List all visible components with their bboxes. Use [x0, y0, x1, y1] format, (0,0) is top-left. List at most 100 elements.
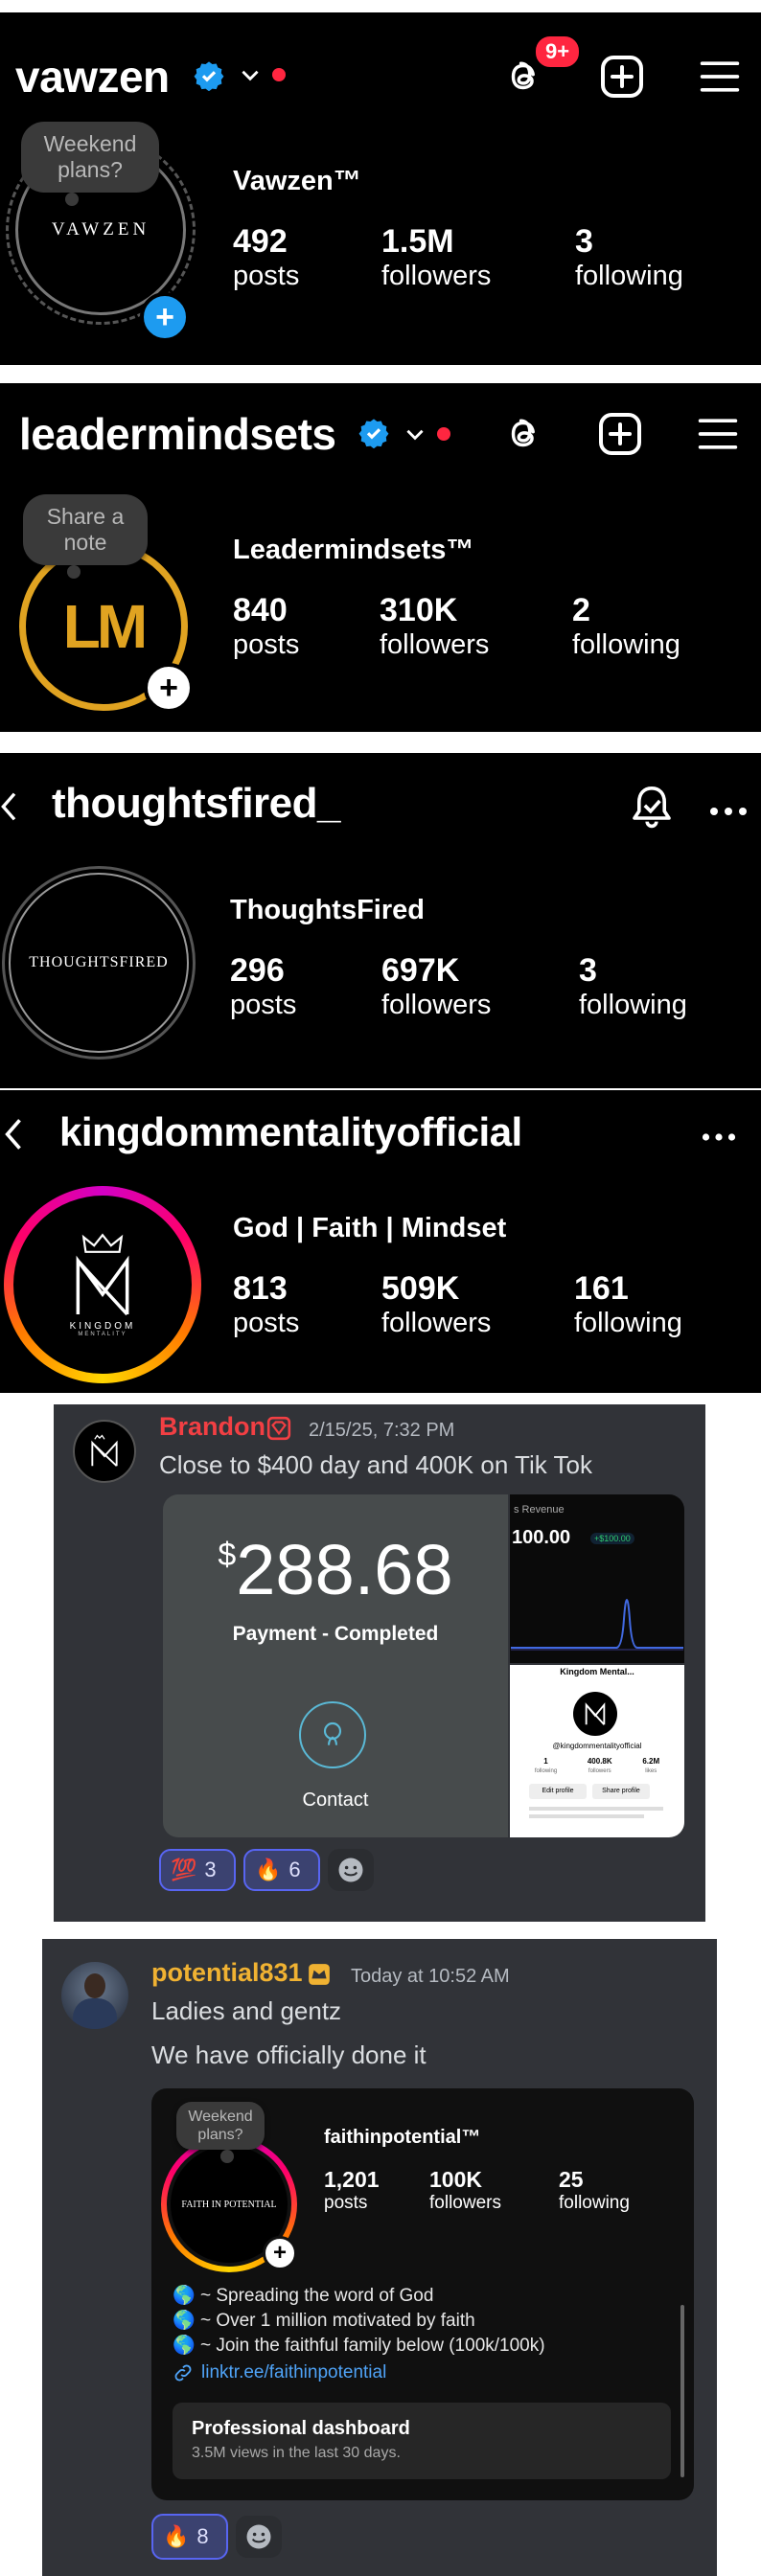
note-bubble[interactable]: Share a note — [23, 494, 148, 579]
payment-status: Payment - Completed — [232, 1623, 439, 1645]
menu-icon[interactable] — [698, 55, 742, 99]
stat-posts[interactable]: 813 posts — [233, 1270, 299, 1339]
profile-handle[interactable]: vawzen — [15, 51, 170, 103]
stat-following[interactable]: 3 following — [579, 952, 687, 1021]
avatar-body — [73, 1998, 117, 2029]
user-avatar[interactable] — [61, 1962, 128, 2029]
mini-profile-avatar — [573, 1692, 617, 1736]
stat-following[interactable]: 2 following — [572, 592, 680, 661]
chat-message-brandon: Brandon 2/15/25, 7:32 PM Close to $400 d… — [54, 1404, 705, 1922]
menu-icon[interactable] — [696, 412, 740, 456]
revenue-screenshot[interactable]: s Revenue 100.00 +$100.00 — [510, 1494, 684, 1663]
new-indicator-dot — [437, 427, 450, 441]
stat-posts[interactable]: 840 posts — [233, 592, 299, 661]
reaction-fire[interactable]: 🔥 6 — [243, 1849, 320, 1891]
back-arrow-icon[interactable] — [0, 787, 19, 826]
username[interactable]: Brandon — [159, 1412, 265, 1442]
chat-message-potential831: potential831 Today at 10:52 AM Ladies an… — [42, 1939, 717, 2576]
stat-following[interactable]: 161 following — [574, 1270, 682, 1339]
embed-stat-posts: 1,201 posts — [324, 2167, 380, 2213]
stat-followers[interactable]: 1.5M followers — [381, 223, 491, 292]
avatar-head — [84, 1973, 105, 1998]
embed-display-name: faithinpotential™ — [324, 2127, 481, 2148]
revenue-value: 100.00 — [512, 1527, 571, 1548]
embed-bio-line: 🌎 ~ Join the faithful family below (100k… — [173, 2336, 545, 2356]
profile-panel-kingdommentality: kingdommentalityofficial KINGDOM MENTALI… — [0, 1090, 761, 1393]
globe-icon: 🌎 — [173, 2336, 196, 2356]
add-reaction-button[interactable] — [328, 1849, 374, 1891]
profile-panel-thoughtsfired: thoughtsfired_ THOUGHTSFIRED ThoughtsFir… — [0, 753, 761, 1088]
avatar-logo-text: VAWZEN — [51, 219, 150, 239]
threads-icon[interactable] — [502, 412, 546, 456]
link-icon — [174, 2364, 192, 2382]
embed-note-bubble: Weekend plans? — [176, 2102, 265, 2163]
stat-followers[interactable]: 509K followers — [381, 1270, 491, 1339]
message-text: Ladies and gentz — [151, 1996, 342, 2025]
create-post-icon[interactable] — [596, 410, 644, 458]
create-post-icon[interactable] — [598, 53, 646, 101]
add-story-button[interactable]: + — [144, 663, 194, 713]
profile-avatar[interactable]: THOUGHTSFIRED — [2, 866, 196, 1060]
stat-posts[interactable]: 492 posts — [233, 223, 299, 292]
stat-following[interactable]: 3 following — [575, 223, 683, 292]
revenue-label: s Revenue — [514, 1504, 565, 1516]
username[interactable]: potential831 — [151, 1958, 303, 1988]
profile-handle[interactable]: leadermindsets — [19, 408, 336, 460]
add-reaction-button[interactable] — [236, 2516, 282, 2558]
profile-screenshot-embed[interactable]: FAITH IN POTENTIAL Weekend plans? + fait… — [151, 2088, 694, 2500]
display-name: Leadermindsets™ — [233, 535, 474, 565]
embed-stat-followers: 100K followers — [429, 2167, 501, 2213]
embed-professional-dashboard: Professional dashboard 3.5M views in the… — [173, 2403, 671, 2479]
avatar-logo-text: LM — [62, 592, 148, 661]
mini-profile-name: Kingdom Mental... — [560, 1667, 634, 1676]
stat-followers[interactable]: 310K followers — [380, 592, 489, 661]
message-timestamp: Today at 10:52 AM — [351, 1966, 510, 1987]
contact-button[interactable] — [299, 1701, 366, 1768]
role-badge-icon — [309, 1964, 330, 1985]
profile-panel-vawzen: vawzen 9+ VAWZEN Weekend plans? + Vawzen… — [0, 12, 761, 365]
profile-panel-leadermindsets: leadermindsets LM Share a note + Leaderm… — [0, 383, 761, 732]
reaction-hundred[interactable]: 💯 3 — [159, 1849, 236, 1891]
contact-icon — [323, 1721, 342, 1745]
display-name: God | Faith | Mindset — [233, 1213, 507, 1243]
mini-profile-bio — [529, 1807, 663, 1811]
stat-posts[interactable]: 296 posts — [230, 952, 296, 1021]
contact-label: Contact — [302, 1790, 369, 1811]
back-arrow-icon[interactable] — [4, 1115, 25, 1153]
profile-avatar[interactable]: KINGDOM MENTALITY — [13, 1196, 192, 1374]
globe-icon: 🌎 — [173, 2311, 196, 2331]
dashboard-title: Professional dashboard — [192, 2418, 410, 2439]
revenue-line-graph — [511, 1599, 683, 1651]
embed-scrollbar[interactable] — [680, 2305, 684, 2477]
message-timestamp: 2/15/25, 7:32 PM — [309, 1420, 455, 1441]
new-indicator-dot — [272, 68, 286, 81]
notification-bell-icon[interactable] — [629, 784, 675, 830]
chevron-down-icon[interactable] — [238, 62, 263, 87]
role-badge-icon — [266, 1416, 291, 1441]
embed-bio-line: 🌎 ~ Spreading the word of God — [173, 2286, 434, 2306]
reaction-fire[interactable]: 🔥 8 — [151, 2514, 228, 2560]
avatar-logo-text: THOUGHTSFIRED — [29, 954, 169, 970]
mini-edit-profile-button: Edit profile — [529, 1784, 587, 1799]
profile-handle: thoughtsfired_ — [52, 780, 340, 827]
embed-add-story-button: + — [263, 2236, 297, 2270]
mini-stat-followers: 400.8K followers — [587, 1757, 612, 1774]
more-options-icon[interactable] — [709, 807, 748, 816]
add-story-button[interactable]: + — [140, 292, 190, 342]
embed-link: linktr.ee/faithinpotential — [173, 2362, 386, 2383]
embed-bio-line: 🌎 ~ Over 1 million motivated by faith — [173, 2311, 475, 2331]
stat-followers[interactable]: 697K followers — [381, 952, 491, 1021]
payment-screenshot[interactable]: $288.68 Payment - Completed Contact — [163, 1494, 508, 1837]
crown-icon — [81, 1232, 124, 1253]
km-monogram-icon — [76, 1255, 129, 1315]
chevron-down-icon[interactable] — [403, 422, 427, 446]
globe-icon: 🌎 — [173, 2286, 196, 2306]
mini-profile-bio — [529, 1814, 644, 1818]
message-text: We have officially done it — [151, 2040, 427, 2069]
note-bubble[interactable]: Weekend plans? — [21, 122, 159, 206]
more-options-icon[interactable] — [702, 1132, 736, 1142]
tiktok-profile-screenshot[interactable]: Kingdom Mental... @kingdommentalityoffic… — [510, 1665, 684, 1837]
user-avatar[interactable] — [73, 1420, 136, 1483]
revenue-delta: +$100.00 — [590, 1533, 634, 1544]
verified-badge-icon — [358, 419, 389, 448]
